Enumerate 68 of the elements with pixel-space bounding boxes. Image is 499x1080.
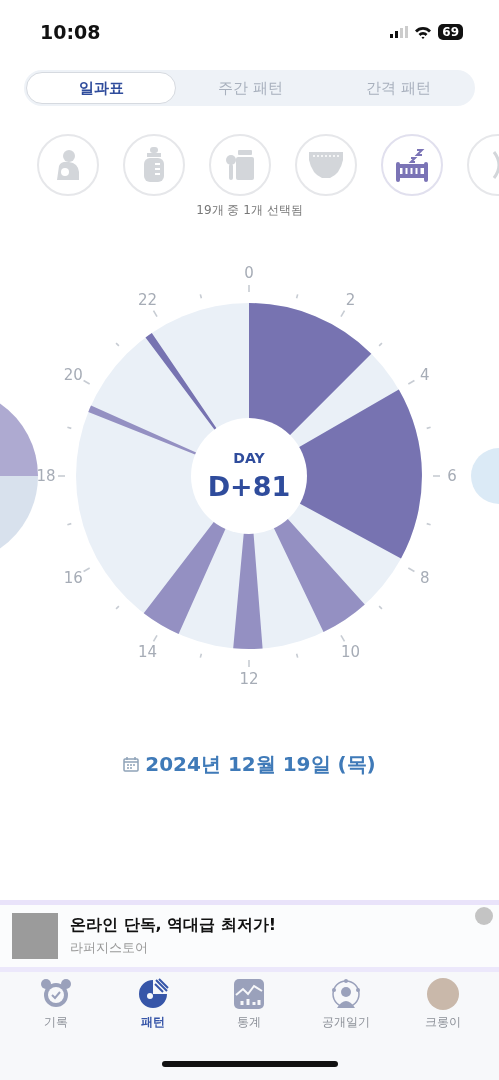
ad-advertiser: 라퍼지스토어: [70, 939, 149, 957]
alarm-clock-icon: [40, 978, 73, 1010]
hour-label: 12: [239, 670, 259, 688]
pie-pattern-icon: [136, 978, 169, 1010]
hour-tick-mark: [83, 567, 91, 573]
hour-label: 22: [137, 291, 158, 310]
hour-tick-mark: [115, 605, 120, 610]
battery-level: 69: [438, 24, 463, 40]
hour-label: 14: [137, 642, 158, 661]
wifi-icon: [414, 25, 433, 39]
nav-tab[interactable]: 공개일기: [301, 978, 392, 1031]
status-time: 10:08: [40, 21, 101, 43]
info-icon[interactable]: [475, 907, 493, 925]
hour-label: 0: [244, 264, 254, 282]
hour-label: 16: [63, 568, 83, 587]
ad-title: 온라인 단독, 역대급 최저가!: [70, 915, 277, 936]
adjacent-day-chart-drawing: [471, 448, 499, 504]
hour-tick-mark: [67, 426, 72, 430]
hour-tick-mark: [407, 379, 415, 385]
hour-tick-mark: [340, 310, 346, 318]
hour-label: 18: [36, 467, 56, 485]
network-person-icon: [330, 978, 363, 1010]
hour-tick-mark: [115, 342, 120, 347]
nav-tab[interactable]: 통계: [204, 978, 295, 1031]
profile-avatar: [426, 978, 459, 1010]
nav-tab[interactable]: 크롱이: [397, 978, 488, 1031]
hour-label: 2: [345, 291, 356, 310]
hour-label: 20: [63, 365, 83, 384]
view-tab[interactable]: 주간 패턴: [176, 72, 325, 104]
baby-bottle-icon: [141, 147, 167, 183]
hour-tick-mark: [378, 342, 383, 347]
nav-tab[interactable]: 기록: [11, 978, 102, 1031]
hour-tick-mark: [295, 653, 299, 658]
hour-tick-mark: [199, 294, 203, 299]
hour-tick-mark: [248, 660, 250, 667]
hour-label: 8: [420, 568, 430, 587]
signal-icon: [390, 26, 409, 38]
hour-tick-mark: [378, 605, 383, 610]
hour-label: 6: [447, 467, 457, 485]
crib-sleep-icon: [393, 148, 431, 182]
hour-tick-mark: [295, 294, 299, 299]
view-tab[interactable]: 일과표: [26, 72, 177, 104]
day-count: D+81: [207, 471, 291, 502]
advertiser-logo-placeholder: [12, 913, 58, 959]
hour-tick-mark: [426, 426, 431, 430]
spoon-and-jar-icon: [223, 148, 257, 182]
hour-tick-mark: [152, 634, 158, 642]
hour-tick-mark: [426, 522, 431, 526]
day-caption: DAY: [233, 450, 265, 466]
selection-count: 19개 중 1개 선택됨: [195, 202, 304, 219]
hour-tick-mark: [433, 475, 440, 477]
hour-tick-mark: [199, 653, 203, 658]
ad-banner[interactable]: 온라인 단독, 역대급 최저가! 라퍼지스토어: [0, 900, 499, 972]
hour-tick-mark: [407, 567, 415, 573]
hour-label: 10: [340, 642, 361, 661]
date-label[interactable]: 2024년 12월 19일 (목): [145, 751, 376, 778]
hour-tick-mark: [58, 475, 65, 477]
view-tab[interactable]: 간격 패턴: [324, 72, 473, 104]
hour-label: 4: [420, 365, 430, 384]
chart-board-icon: [233, 978, 266, 1010]
hour-tick-mark: [340, 634, 346, 642]
hour-tick-mark: [67, 522, 72, 526]
hour-tick-mark: [248, 285, 250, 292]
diaper-icon: [307, 150, 345, 180]
hour-tick-mark: [152, 310, 158, 318]
nav-tab[interactable]: 패턴: [107, 978, 198, 1031]
calendar-icon: [123, 757, 140, 772]
hour-tick-mark: [83, 379, 91, 385]
